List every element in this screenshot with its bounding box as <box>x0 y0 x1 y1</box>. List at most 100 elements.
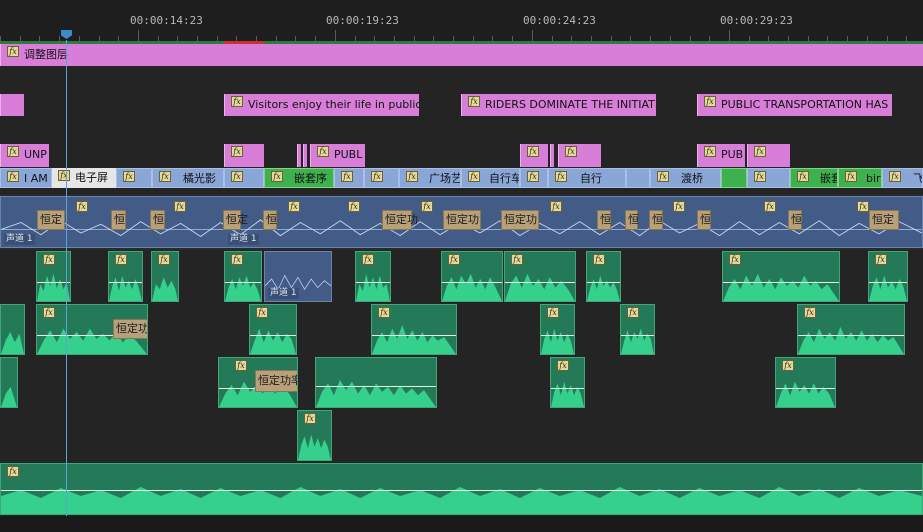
volume-line[interactable] <box>316 386 436 387</box>
audio-transition[interactable]: 恒 <box>625 210 639 230</box>
title-clip[interactable]: fx UNP <box>0 144 49 167</box>
audio-transition[interactable]: 恒 <box>111 210 126 230</box>
video-clip[interactable] <box>626 168 650 188</box>
title-clip[interactable]: fx Visitors enjoy their life in public <box>224 94 419 116</box>
audio-transition[interactable]: 恒定功率 <box>255 370 297 392</box>
video-clip[interactable]: fx 渡桥 <box>650 168 721 188</box>
volume-line[interactable] <box>250 335 296 336</box>
audio-clip[interactable]: fx <box>441 251 503 302</box>
audio-clip[interactable]: fx 恒定功率 <box>218 357 298 408</box>
title-clip[interactable]: fx <box>224 144 264 167</box>
audio-transition[interactable]: 恒 <box>597 210 611 230</box>
fx-badge-icon: fx <box>527 171 539 182</box>
video-clip[interactable]: fx <box>334 168 364 188</box>
audio-clip[interactable] <box>0 304 25 355</box>
video-clip[interactable]: fx <box>224 168 264 188</box>
music-audio-clip[interactable]: fx <box>0 463 923 515</box>
volume-line[interactable] <box>372 335 456 336</box>
adjustment-layer-clip[interactable]: fx 调整图层 <box>0 44 923 66</box>
audio-clip[interactable]: fx <box>868 251 908 302</box>
volume-line[interactable] <box>109 282 142 283</box>
audio-clip[interactable] <box>0 357 18 408</box>
audio-clip[interactable]: fx <box>722 251 840 302</box>
volume-line[interactable] <box>723 282 839 283</box>
video-clip[interactable]: fx <box>520 168 548 188</box>
video-clip[interactable]: fx 电子屏 <box>52 168 116 188</box>
video-clip[interactable]: fx 橘光影 <box>152 168 224 188</box>
title-clip[interactable]: fx PUBLIC TRANSPORTATION HAS B <box>697 94 892 116</box>
title-clip[interactable]: fx <box>558 144 601 167</box>
volume-line[interactable] <box>798 335 904 336</box>
audio-clip[interactable]: fx <box>355 251 391 302</box>
audio-clip[interactable]: fx <box>108 251 143 302</box>
audio-clip[interactable]: fx <box>550 357 585 408</box>
transition-label: 恒 <box>700 213 711 226</box>
volume-line[interactable] <box>225 282 261 283</box>
volume-line[interactable] <box>356 282 390 283</box>
audio-clip[interactable]: fx <box>586 251 621 302</box>
title-clip[interactable] <box>297 144 301 167</box>
nested-sequence-clip[interactable]: fx 嵌套 <box>790 168 838 188</box>
audio-clip[interactable]: 声道 1 <box>264 251 332 302</box>
title-clip[interactable] <box>303 144 307 167</box>
audio-transition[interactable]: 恒定 <box>223 210 248 230</box>
video-clip[interactable]: fx 飞 <box>882 168 923 188</box>
audio-transition[interactable]: 恒定功 <box>113 319 147 339</box>
audio-clip[interactable]: fx <box>797 304 905 355</box>
timeline-scrollbar[interactable] <box>0 516 923 532</box>
audio-transition[interactable]: 恒定 <box>869 210 899 230</box>
video-clip[interactable]: fx <box>116 168 152 188</box>
audio-transition[interactable]: 恒 <box>788 210 802 230</box>
video-clip[interactable]: fx <box>364 168 399 188</box>
title-clip[interactable]: fx RIDERS DOMINATE THE INITIATI <box>461 94 656 116</box>
audio-clip[interactable]: fx 恒定功 <box>36 304 148 355</box>
audio-transition[interactable]: 恒 <box>263 210 277 230</box>
audio-transition[interactable]: 恒 <box>697 210 711 230</box>
volume-line[interactable] <box>442 282 502 283</box>
audio-clip[interactable]: fx <box>540 304 575 355</box>
audio-clip[interactable]: fx <box>151 251 179 302</box>
timeline-tracks[interactable]: fx 调整图层 fx Visitors enjoy their life in … <box>0 44 923 532</box>
volume-line[interactable] <box>1 490 922 491</box>
audio-transition[interactable]: 恒定功 <box>501 210 539 230</box>
audio-clip[interactable]: fx <box>504 251 576 302</box>
video-clip[interactable]: fx <box>747 168 790 188</box>
audio-transition[interactable]: 恒 <box>649 210 663 230</box>
title-clip[interactable]: fx <box>520 144 548 167</box>
title-clip[interactable]: fx <box>747 144 790 167</box>
audio-clip[interactable]: fx <box>371 304 457 355</box>
audio-transition[interactable]: 恒定功 <box>443 210 481 230</box>
audio-clip[interactable]: fx <box>224 251 262 302</box>
video-clip[interactable]: fx 自行 <box>548 168 626 188</box>
volume-line[interactable] <box>869 282 907 283</box>
audio-clip[interactable]: fx <box>297 410 332 461</box>
audio-clip[interactable]: fx <box>620 304 655 355</box>
audio-clip-a1[interactable]: fx fx fx fx fx fx fx fx fx 恒定 恒 恒 恒定 恒 恒… <box>0 196 923 248</box>
nested-sequence-clip[interactable]: fx 嵌套序 <box>264 168 334 188</box>
volume-line[interactable] <box>551 388 584 389</box>
audio-transition[interactable]: 恒定 <box>37 210 65 230</box>
video-clip[interactable]: fx 自行车 <box>461 168 520 188</box>
clip-label: 调整图层 <box>24 48 68 61</box>
nested-sequence-clip[interactable] <box>721 168 747 188</box>
nested-sequence-clip[interactable]: fx bird <box>838 168 882 188</box>
audio-clip[interactable]: fx <box>775 357 836 408</box>
audio-transition[interactable]: 恒 <box>150 210 165 230</box>
video-clip[interactable]: fx I AM <box>0 168 52 188</box>
fx-badge-icon: fx <box>115 254 127 265</box>
volume-line[interactable] <box>505 282 575 283</box>
title-clip[interactable]: fx PUB <box>697 144 745 167</box>
title-clip[interactable] <box>0 94 24 116</box>
title-clip[interactable]: fx PUBL <box>310 144 365 167</box>
playhead-line[interactable] <box>66 40 67 518</box>
audio-clip[interactable] <box>315 357 437 408</box>
title-clip[interactable] <box>550 144 554 167</box>
volume-line[interactable] <box>776 388 835 389</box>
time-ruler[interactable]: 00:00:14:23 00:00:19:23 00:00:24:23 00:0… <box>0 0 923 44</box>
audio-clip[interactable]: fx <box>249 304 297 355</box>
volume-line[interactable] <box>541 335 574 336</box>
video-clip[interactable]: fx 广场艺 <box>399 168 461 188</box>
audio-transition[interactable]: 恒定功 <box>382 210 418 230</box>
volume-line[interactable] <box>621 335 654 336</box>
volume-line[interactable] <box>587 282 620 283</box>
